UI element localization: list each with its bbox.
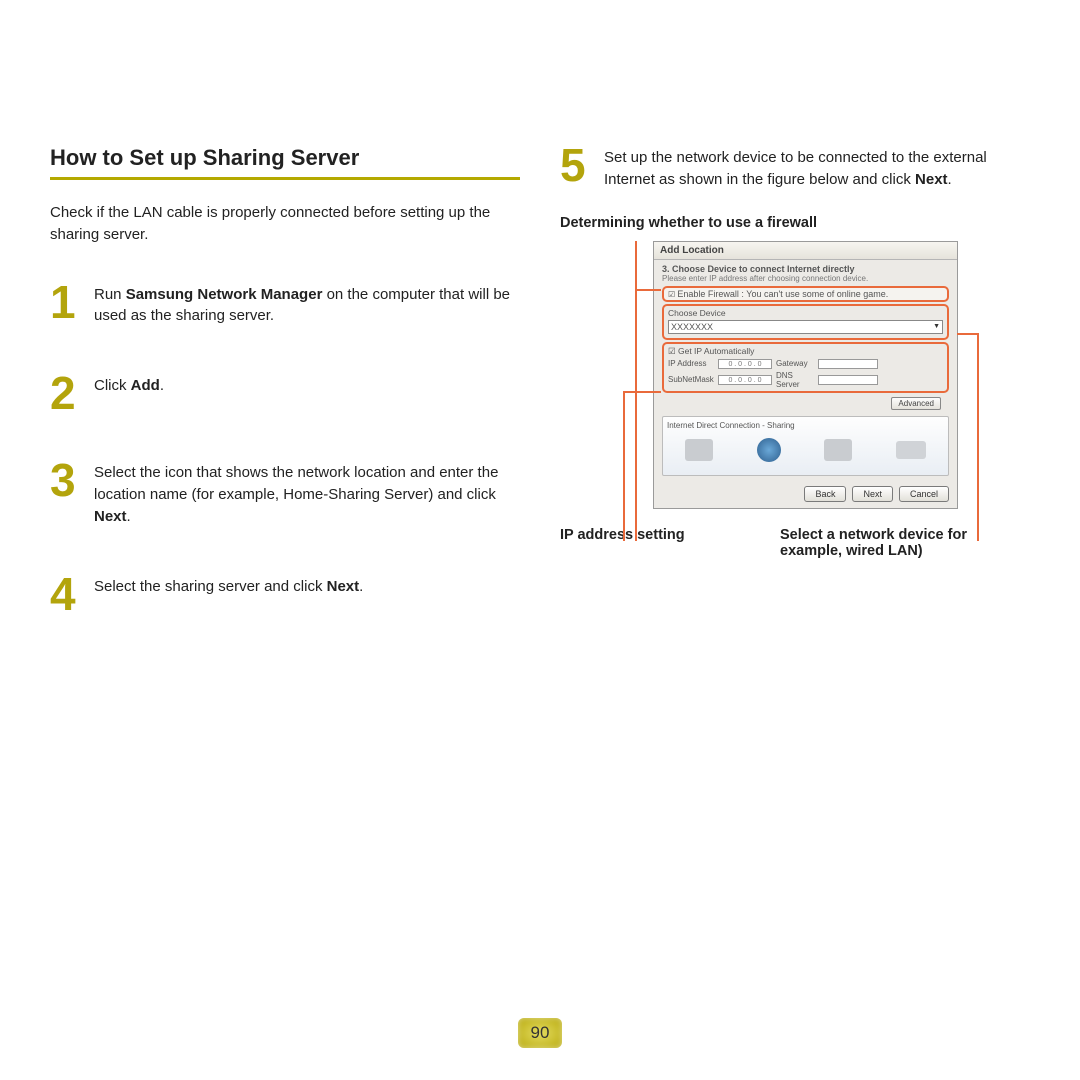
- step-body: Set up the network device to be connecte…: [604, 145, 1030, 191]
- step-text-pre: Select the icon that shows the network l…: [94, 464, 498, 503]
- step-text-post: .: [948, 171, 952, 188]
- panel-title: Internet Direct Connection - Sharing: [663, 419, 948, 432]
- step-number: 5: [560, 145, 604, 186]
- callout-line: [957, 333, 979, 335]
- step-text-pre: Select the sharing server and click: [94, 578, 327, 595]
- choose-device-box: Choose Device XXXXXXX ▼: [662, 304, 949, 340]
- ip-settings-box: ☑ Get IP Automatically IP Address 0 . 0 …: [662, 342, 949, 393]
- step-text-post: .: [160, 377, 164, 394]
- globe-icon: [757, 438, 781, 462]
- callout-firewall: Determining whether to use a firewall: [560, 215, 1030, 231]
- next-button[interactable]: Next: [852, 486, 893, 502]
- step-text-bold: Samsung Network Manager: [126, 286, 323, 303]
- dialog-title: Add Location: [654, 242, 957, 260]
- page-number: 90: [518, 1018, 562, 1048]
- step-number: 1: [50, 282, 94, 323]
- step-text-pre: Click: [94, 377, 131, 394]
- step-number: 2: [50, 373, 94, 414]
- step-text-bold: Next: [94, 508, 127, 525]
- dialog-instruction: 3. Choose Device to connect Internet dir…: [662, 264, 949, 274]
- laptop-icon: [896, 441, 926, 459]
- back-button[interactable]: Back: [804, 486, 846, 502]
- step-3: 3 Select the icon that shows the network…: [50, 460, 520, 527]
- get-ip-label: Get IP Automatically: [678, 346, 754, 356]
- step-body: Select the icon that shows the network l…: [94, 460, 520, 527]
- ip-address-label: IP Address: [668, 359, 714, 368]
- gateway-field[interactable]: [818, 359, 878, 369]
- cancel-button[interactable]: Cancel: [899, 486, 949, 502]
- callout-ip-setting: IP address setting: [560, 527, 780, 559]
- step-text-pre: Run: [94, 286, 126, 303]
- connection-diagram: Internet Direct Connection - Sharing: [662, 416, 949, 476]
- subnet-field[interactable]: 0 . 0 . 0 . 0: [718, 375, 772, 385]
- get-ip-checkbox[interactable]: ☑ Get IP Automatically: [668, 346, 943, 357]
- callout-line: [977, 333, 979, 541]
- step-number: 4: [50, 574, 94, 615]
- firewall-label: Enable Firewall : You can't use some of …: [677, 289, 888, 299]
- chevron-down-icon: ▼: [933, 323, 940, 330]
- choose-device-value: XXXXXXX: [671, 322, 713, 332]
- server-icon: [685, 439, 713, 461]
- step-number: 3: [50, 460, 94, 501]
- intro-text: Check if the LAN cable is properly conne…: [50, 202, 520, 246]
- dialog-instruction-small: Please enter IP address after choosing c…: [662, 274, 949, 283]
- step-1: 1 Run Samsung Network Manager on the com…: [50, 282, 520, 328]
- step-text-bold: Next: [327, 578, 360, 595]
- step-body: Click Add.: [94, 373, 164, 397]
- dns-field[interactable]: [818, 375, 878, 385]
- dns-label: DNS Server: [776, 371, 814, 389]
- ip-address-field[interactable]: 0 . 0 . 0 . 0: [718, 359, 772, 369]
- gateway-label: Gateway: [776, 359, 814, 368]
- step-text-post: .: [127, 508, 131, 525]
- step-text-bold: Add: [131, 377, 160, 394]
- callout-network-device: Select a network device for example, wir…: [780, 527, 990, 559]
- step-text-post: .: [359, 578, 363, 595]
- server-icon: [824, 439, 852, 461]
- step-4: 4 Select the sharing server and click Ne…: [50, 574, 520, 615]
- advanced-button[interactable]: Advanced: [891, 397, 941, 410]
- step-body: Run Samsung Network Manager on the compu…: [94, 282, 520, 328]
- section-title: How to Set up Sharing Server: [50, 145, 520, 180]
- choose-device-label: Choose Device: [668, 308, 943, 318]
- firewall-checkbox-box[interactable]: ☑ Enable Firewall : You can't use some o…: [662, 286, 949, 302]
- step-5: 5 Set up the network device to be connec…: [560, 145, 1030, 191]
- subnet-label: SubNetMask: [668, 375, 714, 384]
- choose-device-select[interactable]: XXXXXXX ▼: [668, 320, 943, 334]
- callout-line: [635, 289, 661, 291]
- step-text-bold: Next: [915, 171, 948, 188]
- callout-line: [623, 391, 625, 541]
- add-location-dialog: Add Location 3. Choose Device to connect…: [653, 241, 958, 509]
- step-2: 2 Click Add.: [50, 373, 520, 414]
- step-body: Select the sharing server and click Next…: [94, 574, 363, 598]
- callout-line: [623, 391, 661, 393]
- dialog-figure: Add Location 3. Choose Device to connect…: [605, 241, 985, 509]
